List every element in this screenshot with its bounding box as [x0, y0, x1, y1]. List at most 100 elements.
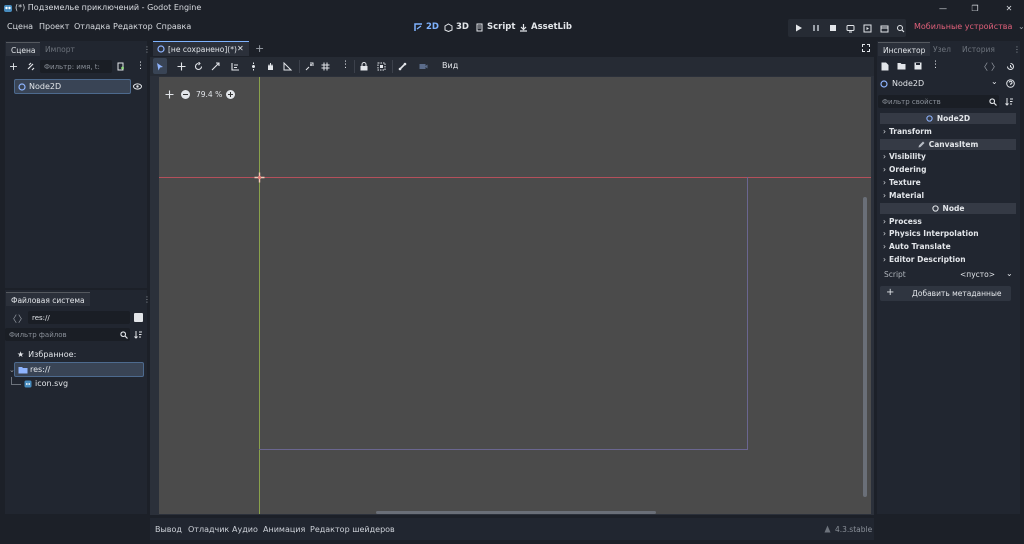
sort-button[interactable]	[134, 330, 143, 339]
toggle-split-mode-button[interactable]	[134, 313, 143, 322]
save-resource-button[interactable]	[914, 62, 922, 70]
stop-button[interactable]	[827, 22, 839, 34]
workspace-2d-button[interactable]: 2D	[414, 22, 439, 32]
group-ordering[interactable]: › Ordering	[883, 165, 927, 174]
tab-animation[interactable]: Анимация	[263, 525, 305, 534]
pause-button[interactable]	[810, 22, 822, 34]
back-button[interactable]: 〈	[8, 312, 17, 325]
chevron-down-icon[interactable]: ⌄	[1006, 269, 1013, 278]
load-resource-button[interactable]	[897, 62, 906, 70]
maximize-button[interactable]: ❐	[960, 0, 990, 17]
distraction-free-button[interactable]	[862, 44, 870, 52]
rotate-mode-button[interactable]	[194, 62, 203, 71]
inspector-dock-menu-icon[interactable]: ⋮	[1013, 45, 1021, 54]
tree-item-node2d[interactable]: Node2D	[14, 79, 131, 94]
group-process[interactable]: › Process	[883, 217, 922, 226]
workspace-assetlib-button[interactable]: AssetLib	[519, 22, 572, 32]
inspector-sort-button[interactable]	[1005, 97, 1014, 106]
canvas-viewport[interactable]: 79.4 %	[159, 77, 871, 514]
scene-tab[interactable]: [не сохранено](*) ✕	[153, 41, 249, 56]
instance-scene-button[interactable]	[25, 61, 36, 72]
smart-snap-button[interactable]	[305, 62, 314, 71]
node-documentation-button[interactable]	[1006, 79, 1015, 88]
add-metadata-button[interactable]: + Добавить метаданные	[880, 286, 1011, 301]
tab-output[interactable]: Вывод	[155, 525, 182, 534]
add-scene-tab-button[interactable]: +	[255, 42, 264, 55]
zoom-level[interactable]: 79.4 %	[196, 90, 222, 99]
tab-node[interactable]: Узел	[928, 42, 956, 56]
group-texture[interactable]: › Texture	[883, 178, 921, 187]
workspace-script-button[interactable]: Script	[475, 22, 515, 32]
add-node-button[interactable]: +	[8, 60, 19, 73]
group-material[interactable]: › Material	[883, 191, 924, 200]
menu-project[interactable]: Проект	[39, 22, 69, 31]
tab-inspector[interactable]: Инспектор	[878, 42, 931, 56]
minimize-button[interactable]: —	[928, 0, 958, 17]
skeleton-button[interactable]	[398, 62, 407, 71]
pan-mode-button[interactable]	[266, 62, 275, 71]
path-field[interactable]: res://	[28, 311, 130, 324]
ruler-mode-button[interactable]	[231, 62, 240, 71]
group-auto-translate[interactable]: › Auto Translate	[883, 242, 951, 251]
group-button[interactable]	[377, 62, 386, 71]
tab-audio[interactable]: Аудио	[232, 525, 258, 534]
play-button[interactable]	[793, 22, 805, 34]
menu-scene[interactable]: Сцена	[7, 22, 33, 31]
snap-options-menu[interactable]: ⋮	[341, 60, 350, 70]
ruler-tool-button[interactable]	[283, 62, 292, 71]
tab-import[interactable]: Импорт	[40, 42, 80, 56]
group-transform[interactable]: › Transform	[883, 127, 932, 136]
pivot-mode-button[interactable]	[249, 62, 258, 71]
play-scene-button[interactable]	[861, 22, 873, 34]
visibility-toggle[interactable]	[133, 82, 142, 91]
scene-filter-input[interactable]: Фильтр: имя, t:	[40, 60, 112, 73]
remote-debug-button[interactable]	[844, 22, 856, 34]
move-mode-button[interactable]	[177, 62, 186, 71]
menu-debug[interactable]: Отладка	[74, 22, 110, 31]
tab-filesystem[interactable]: Файловая система	[6, 292, 90, 306]
grid-snap-button[interactable]	[321, 62, 330, 71]
workspace-3d-button[interactable]: 3D	[444, 22, 469, 32]
attach-script-button[interactable]	[115, 61, 126, 72]
resource-menu[interactable]: ⋮	[931, 60, 940, 70]
close-window-button[interactable]: ✕	[994, 0, 1024, 17]
menu-help[interactable]: Справка	[156, 22, 191, 31]
script-value[interactable]: <пусто>	[960, 270, 995, 279]
zoom-in-button[interactable]	[226, 90, 235, 99]
scene-dock-menu-icon[interactable]: ⋮	[143, 45, 151, 54]
lock-button[interactable]	[360, 62, 368, 71]
movie-maker-button[interactable]	[894, 22, 906, 34]
pan-icon[interactable]	[165, 90, 174, 99]
select-mode-button[interactable]	[153, 58, 167, 74]
tab-scene[interactable]: Сцена	[6, 42, 41, 56]
file-filter-input[interactable]: Фильтр файлов	[5, 328, 130, 341]
property-filter-input[interactable]: Фильтр свойств	[878, 95, 999, 108]
filesystem-dock-menu-icon[interactable]: ⋮	[143, 295, 151, 304]
update-spinner-icon[interactable]	[824, 525, 831, 533]
scene-tree-menu-icon[interactable]: ⋮	[136, 61, 145, 71]
renderer-selector[interactable]: Мобильные устройства ⌄	[914, 22, 1024, 31]
favorites-item[interactable]: ★ Избранное:	[17, 350, 76, 359]
zoom-out-button[interactable]	[181, 90, 190, 99]
node-selector[interactable]: Node2D ⌄	[880, 77, 999, 90]
vertical-scrollbar[interactable]	[863, 197, 867, 497]
forward-button[interactable]: 〉	[18, 312, 27, 325]
view-menu[interactable]: Вид	[442, 61, 458, 70]
camera-override-button[interactable]	[419, 62, 428, 70]
scale-mode-button[interactable]	[211, 62, 220, 71]
tree-item-res[interactable]: res://	[14, 362, 144, 377]
history-forward-button[interactable]: 〉	[991, 60, 1000, 73]
menu-editor[interactable]: Редактор	[113, 22, 153, 31]
version-label[interactable]: 4.3.stable	[835, 525, 872, 534]
tree-item-icon-svg[interactable]: icon.svg	[22, 378, 122, 391]
history-back-button[interactable]: 〈	[979, 60, 988, 73]
tab-history[interactable]: История	[957, 42, 1000, 56]
tab-shader-editor[interactable]: Редактор шейдеров	[310, 525, 395, 534]
object-history-button[interactable]	[1006, 62, 1015, 71]
horizontal-scrollbar[interactable]	[376, 511, 656, 514]
group-editor-description[interactable]: › Editor Description	[883, 255, 966, 264]
play-custom-scene-button[interactable]	[878, 22, 890, 34]
close-tab-icon[interactable]: ✕	[237, 44, 244, 53]
tab-debugger[interactable]: Отладчик	[188, 525, 229, 534]
group-physics-interpolation[interactable]: › Physics Interpolation	[883, 229, 979, 238]
